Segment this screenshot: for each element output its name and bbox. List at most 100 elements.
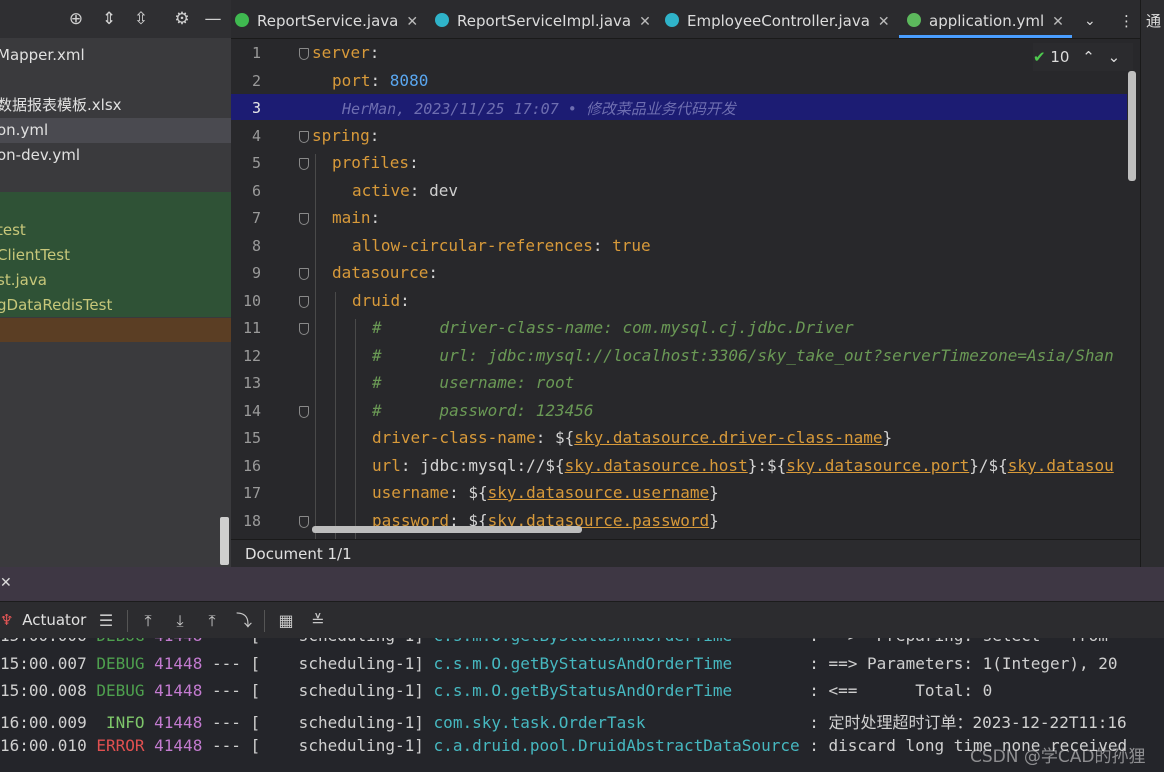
editor-tabs: ReportService.java ✕ ReportServiceImpl.ja… xyxy=(231,0,1164,39)
line-number: 3 xyxy=(251,99,261,117)
console-line: 15:00.007 DEBUG 41448 --- [ scheduling-1… xyxy=(0,653,1118,673)
indent-guide xyxy=(355,319,356,539)
fold-marker-icon[interactable] xyxy=(299,295,309,308)
fold-marker-icon[interactable] xyxy=(299,515,309,528)
code-line: spring: xyxy=(312,125,380,145)
soft-wrap-icon[interactable]: ⤵ xyxy=(234,611,254,631)
sidebar-scrollbar[interactable] xyxy=(220,517,229,565)
class-icon xyxy=(435,12,449,27)
fold-marker-icon[interactable] xyxy=(299,323,309,335)
filter-icon[interactable]: ≚ xyxy=(308,611,328,631)
close-icon[interactable]: ✕ xyxy=(639,14,651,30)
fold-marker-icon[interactable] xyxy=(299,48,309,60)
console-line: 15:00.006 DEBUG 41448 --- [ scheduling-1… xyxy=(0,638,1108,645)
tree-item[interactable]: test xyxy=(0,218,231,243)
line-number: 18 xyxy=(242,511,261,530)
fold-marker-icon[interactable] xyxy=(299,213,309,225)
inspection-widget[interactable]: ✔ 10 ⌃ ⌄ xyxy=(1033,43,1133,71)
tab-list-chevron-icon[interactable]: ⌄ xyxy=(1084,0,1096,38)
close-icon[interactable]: ✕ xyxy=(878,14,890,30)
line-number: 5 xyxy=(251,154,261,172)
chevron-down-icon[interactable]: ⌄ xyxy=(1108,48,1121,66)
editor-horizontal-scrollbar[interactable] xyxy=(312,526,582,533)
right-tool-strip: 通 xyxy=(1140,0,1164,567)
line-number: 12 xyxy=(242,346,261,365)
editor-statusbar: Document 1/1 xyxy=(231,539,1140,568)
fold-marker-icon[interactable] xyxy=(299,268,309,280)
tab-report-service-impl[interactable]: ReportServiceImpl.java ✕ xyxy=(435,0,651,38)
table-icon[interactable]: ▦ xyxy=(276,611,296,631)
code-line: driver-class-name: ${sky.datasource.driv… xyxy=(372,428,893,447)
code-editor[interactable]: 1 2 3 4 5 6 7 8 9 10 11 12 13 14 15 16 17 18 server: port:… xyxy=(231,39,1140,539)
close-icon[interactable]: ✕ xyxy=(406,14,418,30)
fold-marker-icon[interactable] xyxy=(299,158,309,170)
interface-icon xyxy=(235,12,249,27)
fold-marker-icon[interactable] xyxy=(299,405,309,418)
scroll-to-end-icon[interactable]: ⤒ xyxy=(138,611,158,631)
project-toolbar: ⊕ ⇕ ⇳ ⚙ — xyxy=(0,0,231,38)
tab-actuator[interactable]: ♆ Actuator xyxy=(0,611,86,629)
tree-item[interactable]: on-dev.yml xyxy=(0,143,231,168)
code-line: server: xyxy=(312,43,380,62)
line-number: 7 xyxy=(251,209,261,227)
code-line: main: xyxy=(332,208,381,227)
close-icon[interactable]: ✕ xyxy=(1052,14,1064,30)
line-number: 15 xyxy=(242,429,261,447)
more-icon[interactable]: ⋮ xyxy=(1119,0,1134,38)
code-line: profiles: xyxy=(332,153,419,172)
line-number: 8 xyxy=(251,236,261,255)
check-icon: ✔ xyxy=(1033,48,1046,66)
console-line: 16:00.009 INFO 41448 --- [ scheduling-1]… xyxy=(0,712,1127,732)
line-number: 16 xyxy=(242,456,261,475)
gear-icon[interactable]: ⚙ xyxy=(172,9,192,29)
tree-item[interactable]: gDataRedisTest xyxy=(0,293,231,318)
line-number: 11 xyxy=(242,319,261,337)
line-number: 14 xyxy=(242,401,261,420)
tree-item-selected[interactable]: on.yml xyxy=(0,118,231,143)
editor-gutter: 1 2 3 4 5 6 7 8 9 10 11 12 13 14 15 16 17 18 xyxy=(231,39,311,539)
class-icon xyxy=(665,12,679,27)
right-strip-label[interactable]: 通 xyxy=(1146,10,1161,31)
actuator-icon: ♆ xyxy=(0,611,14,629)
code-line: url: jdbc:mysql://${sky.datasource.host}… xyxy=(372,455,1114,475)
upload-icon[interactable]: ⤒ xyxy=(202,611,222,631)
services-toolbar: ♆ Actuator ☰ ⤒ ⤓ ⤒ ⤵ ▦ ≚ xyxy=(0,601,1164,639)
code-line: druid: xyxy=(352,290,410,310)
line-number: 17 xyxy=(242,484,261,502)
line-number: 6 xyxy=(251,181,261,200)
close-icon[interactable]: ✕ xyxy=(0,575,12,591)
locate-icon[interactable]: ⊕ xyxy=(66,9,86,29)
tree-item[interactable]: ClientTest xyxy=(0,243,231,268)
menu-icon[interactable]: ☰ xyxy=(96,611,116,631)
chevron-up-icon[interactable]: ⌃ xyxy=(1082,48,1095,66)
orange-highlight xyxy=(0,318,231,342)
code-line: allow-circular-references: true xyxy=(352,235,651,255)
code-line: datasource: xyxy=(332,263,438,282)
tree-item[interactable]: st.java xyxy=(0,268,231,293)
line-number: 10 xyxy=(242,291,261,310)
yaml-icon xyxy=(907,12,921,27)
minimize-icon[interactable]: — xyxy=(203,9,223,29)
line-number: 13 xyxy=(242,374,261,392)
fold-marker-icon[interactable] xyxy=(299,130,309,143)
code-line: username: ${sky.datasource.username} xyxy=(372,483,719,502)
expand-all-icon[interactable]: ⇕ xyxy=(99,9,119,29)
code-line: port: 8080 xyxy=(332,70,429,90)
code-line: # driver-class-name: com.mysql.cj.jdbc.D… xyxy=(372,318,854,337)
tab-report-service[interactable]: ReportService.java ✕ xyxy=(235,0,418,38)
inspection-count: 10 xyxy=(1050,48,1070,66)
code-line: HerMan, 2023/11/25 17:07 • 修改菜品业务代码开发 xyxy=(342,100,736,118)
indent-guide xyxy=(335,291,336,539)
editor-vertical-scrollbar[interactable] xyxy=(1128,71,1136,181)
panel-divider: ✕ xyxy=(0,567,1164,601)
project-sidebar: ⊕ ⇕ ⇳ ⚙ — Mapper.xml 数据报表模板.xlsx on.yml … xyxy=(0,0,231,567)
download-icon[interactable]: ⤓ xyxy=(170,611,190,631)
line-number: 4 xyxy=(251,126,261,145)
separator xyxy=(127,610,128,632)
tree-item[interactable]: 数据报表模板.xlsx xyxy=(0,93,231,118)
collapse-all-icon[interactable]: ⇳ xyxy=(131,9,151,29)
console-line: 16:00.010 ERROR 41448 --- [ scheduling-1… xyxy=(0,736,1128,755)
tab-employee-controller[interactable]: EmployeeController.java ✕ xyxy=(665,0,890,38)
tab-application-yml[interactable]: application.yml ✕ xyxy=(899,0,1072,38)
tree-item[interactable]: Mapper.xml xyxy=(0,43,231,68)
